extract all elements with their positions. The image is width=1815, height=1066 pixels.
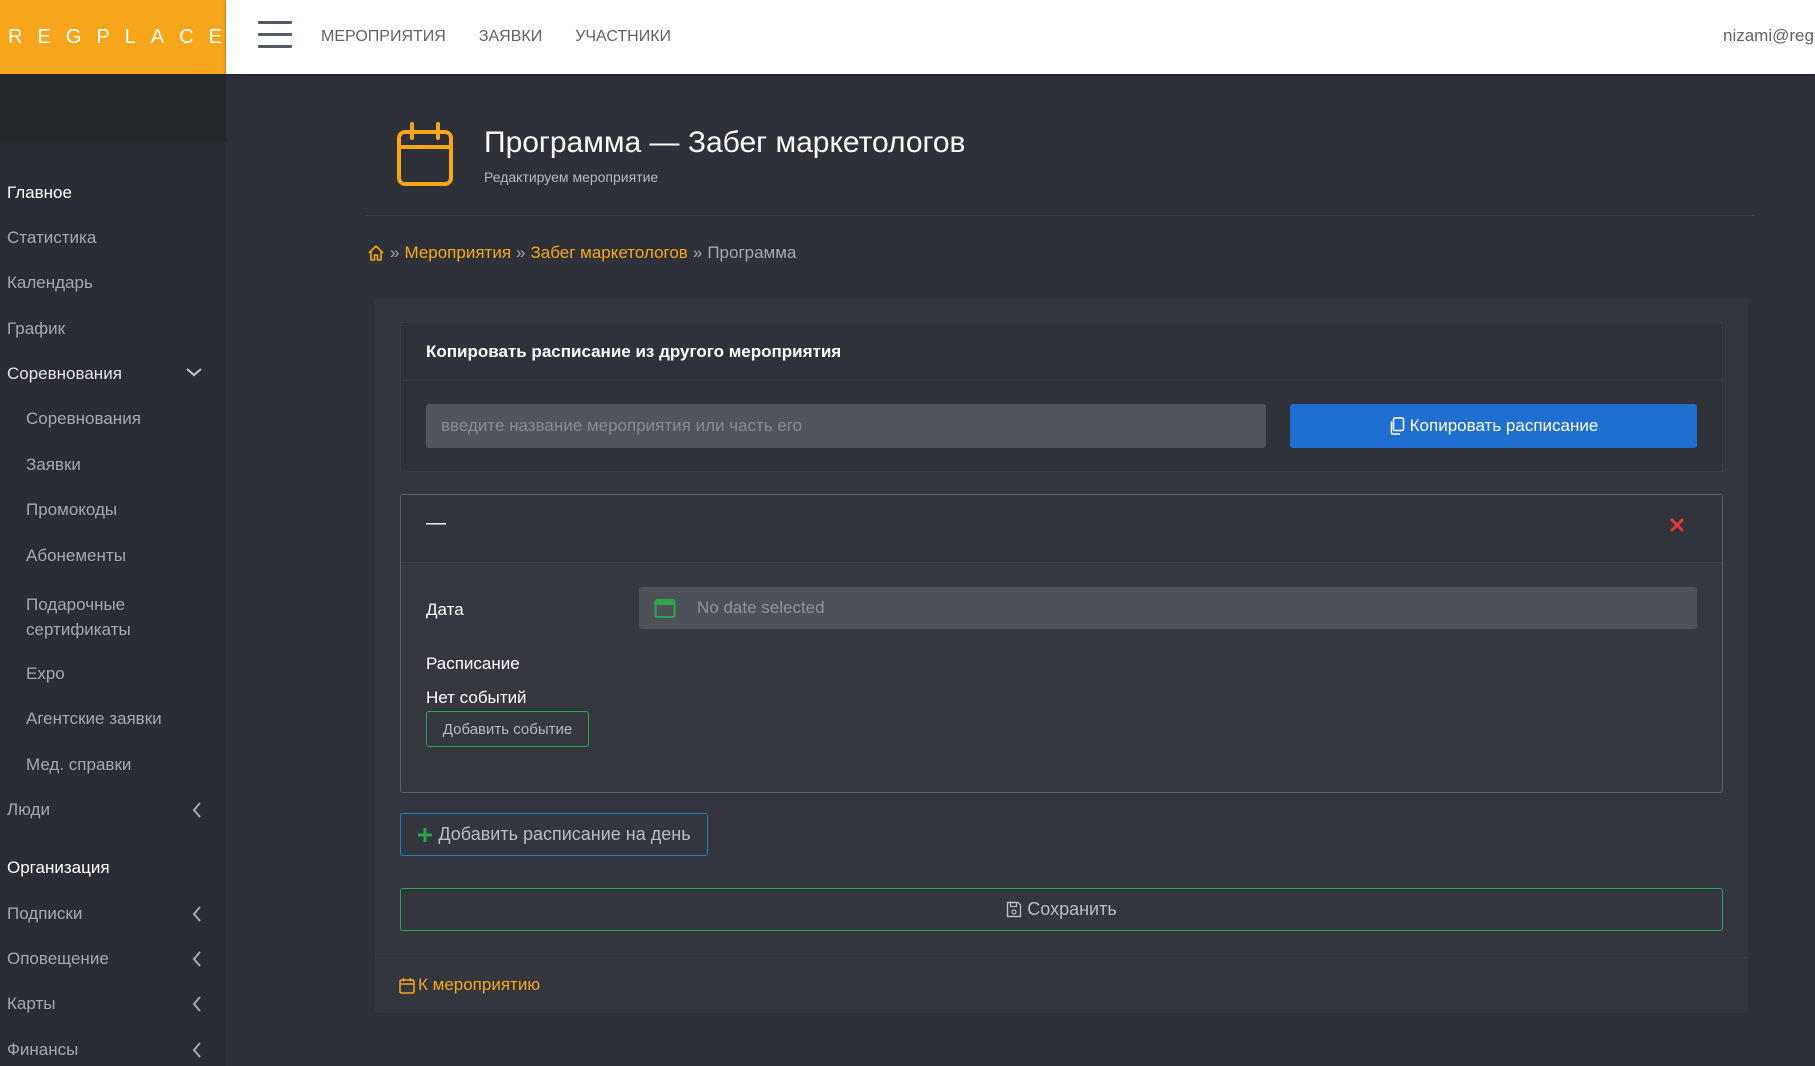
- sidebar-subitem-expo[interactable]: Expo: [26, 664, 65, 684]
- no-events-text: Нет событий: [426, 688, 527, 707]
- schedule-label: Расписание: [426, 654, 520, 673]
- chevron-left-icon: [191, 905, 203, 922]
- breadcrumb-event-link[interactable]: Забег маркетологов: [531, 243, 688, 263]
- breadcrumb-events-link[interactable]: Мероприятия: [404, 243, 511, 263]
- date-picker[interactable]: No date selected: [639, 587, 1697, 629]
- copy-icon: [1389, 417, 1405, 435]
- sidebar-item-subscriptions[interactable]: Подписки: [7, 904, 219, 924]
- user-email[interactable]: nizami@reg: [1723, 26, 1815, 46]
- sidebar-item-label-line1: Подарочные: [26, 595, 126, 614]
- save-button-label: Сохранить: [1027, 899, 1117, 919]
- sidebar-item-people[interactable]: Люди: [7, 800, 219, 820]
- topnav-participants[interactable]: УЧАСТНИКИ: [575, 28, 671, 46]
- back-link-label: К мероприятию: [418, 975, 541, 994]
- topnav-applications[interactable]: ЗАЯВКИ: [479, 28, 542, 46]
- sidebar-item-label: Карты: [7, 994, 56, 1013]
- save-button[interactable]: Сохранить: [400, 888, 1723, 931]
- sidebar-item-competitions[interactable]: Соревнования: [7, 364, 219, 384]
- top-nav: МЕРОПРИЯТИЯ ЗАЯВКИ УЧАСТНИКИ: [321, 0, 671, 74]
- sidebar-section-organization: Организация: [7, 858, 110, 877]
- back-to-event-link[interactable]: К мероприятию: [399, 975, 540, 995]
- copy-schedule-header: Копировать расписание из другого меропри…: [401, 323, 1722, 381]
- sidebar-item-label: Люди: [7, 800, 50, 819]
- sidebar-item-calendar[interactable]: Календарь: [7, 273, 93, 293]
- sidebar-subitem-agent-applications[interactable]: Агентские заявки: [26, 709, 162, 729]
- date-placeholder: No date selected: [697, 598, 825, 617]
- top-navbar: МЕРОПРИЯТИЯ ЗАЯВКИ УЧАСТНИКИ nizami@reg: [226, 0, 1815, 74]
- sidebar-subitem-gift-certificates[interactable]: Подарочные сертификаты: [26, 592, 131, 642]
- chevron-left-icon: [191, 1041, 203, 1058]
- breadcrumb-separator: »: [516, 243, 526, 262]
- chevron-left-icon: [191, 801, 203, 818]
- breadcrumb: » Мероприятия » Забег маркетологов » Про…: [367, 243, 796, 263]
- copy-schedule-button[interactable]: Копировать расписание: [1290, 404, 1697, 448]
- sidebar-section-main: Главное: [7, 183, 72, 202]
- add-day-schedule-label: Добавить расписание на день: [438, 824, 691, 844]
- add-event-button[interactable]: Добавить событие: [426, 711, 589, 747]
- breadcrumb-separator: »: [390, 243, 400, 262]
- home-icon[interactable]: [367, 244, 385, 262]
- copy-schedule-panel: Копировать расписание из другого меропри…: [400, 322, 1723, 472]
- date-label: Дата: [426, 600, 464, 619]
- topnav-events[interactable]: МЕРОПРИЯТИЯ: [321, 28, 446, 46]
- copy-schedule-button-label: Копировать расписание: [1409, 416, 1599, 435]
- sidebar-item-statistics[interactable]: Статистика: [7, 228, 96, 248]
- save-icon: [1006, 901, 1022, 918]
- copy-schedule-title: Копировать расписание из другого меропри…: [426, 342, 842, 361]
- plus-icon: [417, 827, 433, 843]
- sidebar-item-notifications[interactable]: Оповещение: [7, 949, 219, 969]
- sidebar-subitem-subscriptions[interactable]: Абонементы: [26, 546, 126, 566]
- app-logo[interactable]: REGPLACE: [0, 0, 226, 74]
- sidebar-subitem-applications[interactable]: Заявки: [26, 455, 81, 475]
- sidebar-item-finance[interactable]: Финансы: [7, 1040, 219, 1060]
- day-schedule-panel: —: [400, 494, 1723, 793]
- sidebar-item-label: Соревнования: [7, 364, 122, 383]
- chevron-left-icon: [191, 995, 203, 1012]
- day-schedule-title: —: [426, 512, 446, 534]
- calendar-icon: [395, 122, 455, 188]
- sidebar-item-schedule[interactable]: График: [7, 319, 65, 339]
- calendar-icon: [654, 597, 676, 619]
- sidebar-item-label: Финансы: [7, 1040, 79, 1059]
- page-title: Программа — Забег маркетологов: [484, 126, 966, 159]
- sidebar-item-label: Подписки: [7, 904, 83, 923]
- event-search-input[interactable]: [426, 404, 1266, 448]
- day-schedule-header: —: [401, 495, 1722, 563]
- breadcrumb-separator: »: [692, 243, 703, 262]
- calendar-icon: [399, 977, 415, 994]
- page-subtitle: Редактируем мероприятие: [484, 169, 659, 185]
- close-icon[interactable]: [1670, 518, 1684, 532]
- sidebar-item-label-line2: сертификаты: [26, 620, 131, 639]
- divider: [366, 215, 1755, 216]
- sidebar-profile-block: [0, 74, 226, 142]
- chevron-down-icon: [185, 366, 203, 382]
- sidebar-item-maps[interactable]: Карты: [7, 994, 219, 1014]
- sidebar-item-label: Оповещение: [7, 949, 109, 968]
- sidebar-subitem-promocodes[interactable]: Промокоды: [26, 500, 117, 520]
- sidebar-subitem-competitions[interactable]: Соревнования: [26, 409, 141, 429]
- chevron-left-icon: [191, 950, 203, 967]
- hamburger-menu-icon[interactable]: [258, 21, 292, 49]
- sidebar-subitem-medical-certificates[interactable]: Мед. справки: [26, 755, 131, 775]
- sidebar: Главное Статистика Календарь График Соре…: [0, 74, 226, 1066]
- card-footer-divider: [375, 957, 1748, 958]
- breadcrumb-current: Программа: [707, 243, 797, 262]
- add-day-schedule-button[interactable]: Добавить расписание на день: [400, 813, 708, 856]
